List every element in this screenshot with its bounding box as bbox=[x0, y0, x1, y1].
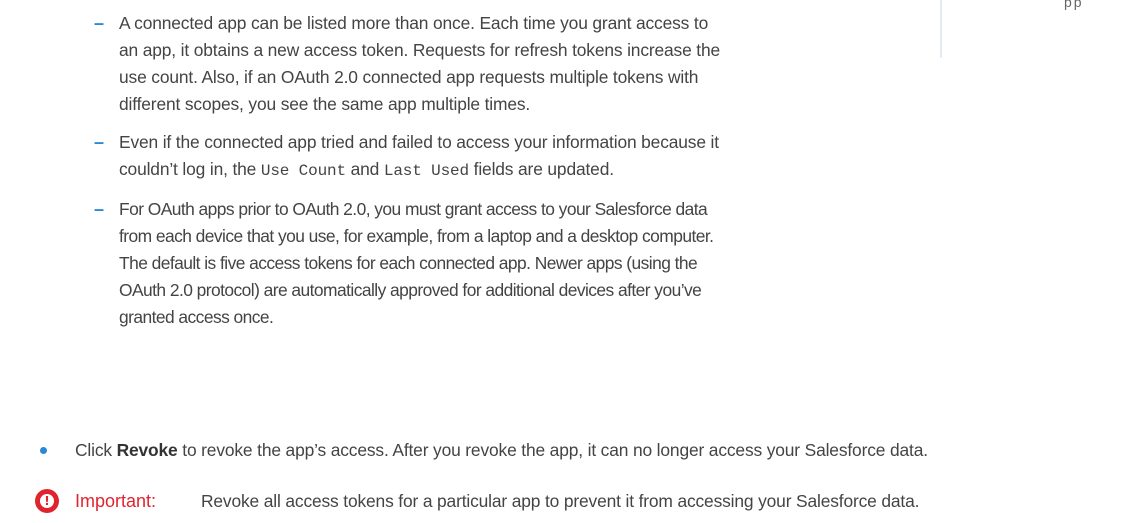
warning-icon: ! bbox=[35, 489, 59, 513]
sidebar-divider bbox=[940, 0, 942, 58]
list-item-text: Even if the connected app tried and fail… bbox=[119, 129, 734, 185]
list-item-text: A connected app can be listed more than … bbox=[119, 10, 734, 118]
sub-list: – A connected app can be listed more tha… bbox=[94, 10, 734, 342]
text-span: fields are updated. bbox=[468, 159, 614, 179]
list-item-text: For OAuth apps prior to OAuth 2.0, you m… bbox=[119, 196, 734, 331]
text-span: to revoke the app’s access. After you re… bbox=[177, 440, 928, 460]
text-span: Click bbox=[75, 440, 117, 460]
dash-bullet-icon: – bbox=[94, 13, 105, 33]
text-line: The default is five access tokens for ea… bbox=[119, 253, 698, 273]
text-line: Even if the connected app tried and fail… bbox=[119, 132, 719, 152]
important-label: Important: bbox=[75, 491, 157, 511]
code-use-count: Use Count bbox=[260, 162, 346, 180]
text-line: different scopes, you see the same app m… bbox=[119, 94, 531, 114]
text-span: couldn’t log in, the bbox=[119, 159, 261, 179]
list-item: – For OAuth apps prior to OAuth 2.0, you… bbox=[94, 196, 734, 331]
sidebar-text-fragment: pp bbox=[1064, 0, 1084, 10]
dash-bullet-icon: – bbox=[94, 199, 105, 219]
text-line: For OAuth apps prior to OAuth 2.0, you m… bbox=[119, 199, 708, 219]
text-line: from each device that you use, for examp… bbox=[119, 226, 714, 246]
list-item: – A connected app can be listed more tha… bbox=[94, 10, 734, 118]
text-line: A connected app can be listed more than … bbox=[119, 13, 709, 33]
bullet-text: Click Revoke to revoke the app’s access.… bbox=[75, 437, 928, 464]
important-callout: ! Important: Revoke all access tokens fo… bbox=[35, 486, 1135, 516]
dash-bullet-icon: – bbox=[94, 132, 105, 152]
text-span: and bbox=[345, 159, 384, 179]
round-bullet-icon bbox=[40, 447, 47, 454]
text-line: granted access once. bbox=[119, 307, 274, 327]
text-line: use count. Also, if an OAuth 2.0 connect… bbox=[119, 67, 699, 87]
text-line: an app, it obtains a new access token. R… bbox=[119, 40, 721, 60]
revoke-term: Revoke bbox=[116, 440, 178, 460]
list-item: – Even if the connected app tried and fa… bbox=[94, 129, 734, 185]
code-last-used: Last Used bbox=[383, 162, 469, 180]
text-line: OAuth 2.0 protocol) are automatically ap… bbox=[119, 280, 702, 300]
important-text: Revoke all access tokens for a particula… bbox=[201, 491, 920, 511]
text-line: couldn’t log in, the Use Count and Last … bbox=[119, 156, 734, 185]
